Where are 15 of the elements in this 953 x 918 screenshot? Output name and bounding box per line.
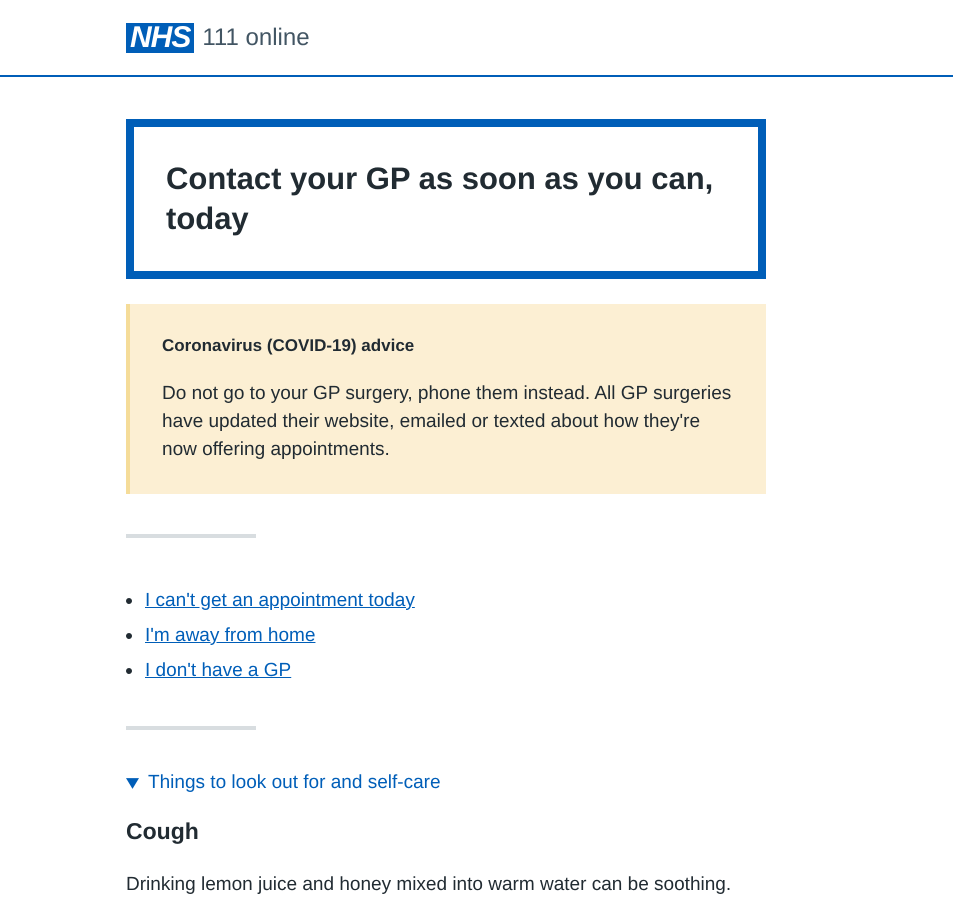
triangle-icon [126, 776, 139, 790]
help-link[interactable]: I don't have a GP [145, 653, 292, 688]
nhs-logo[interactable]: NHS [126, 22, 194, 52]
bullet-icon [126, 668, 132, 674]
callout-text: Do not go to your GP surgery, phone them instead. All GP surgeries have updated their website, emailed or texted about how they're now offering appointments. [162, 382, 732, 462]
help-link[interactable]: I can't get an appointment today [145, 583, 415, 618]
help-link[interactable]: I'm away from home [145, 618, 316, 653]
details-toggle[interactable]: Things to look out for and self-care [126, 772, 441, 794]
bullet-icon [126, 598, 132, 604]
section-heading: Cough [126, 818, 200, 845]
callout-heading: Coronavirus (COVID-19) advice [162, 336, 416, 356]
service-name: 111 online [202, 24, 310, 52]
section-text: Drinking lemon juice and honey mixed into warm water can be soothing. [126, 873, 732, 897]
outcome-title: Contact your GP as soon as you can, today [166, 160, 714, 238]
bullet-icon [126, 632, 132, 638]
